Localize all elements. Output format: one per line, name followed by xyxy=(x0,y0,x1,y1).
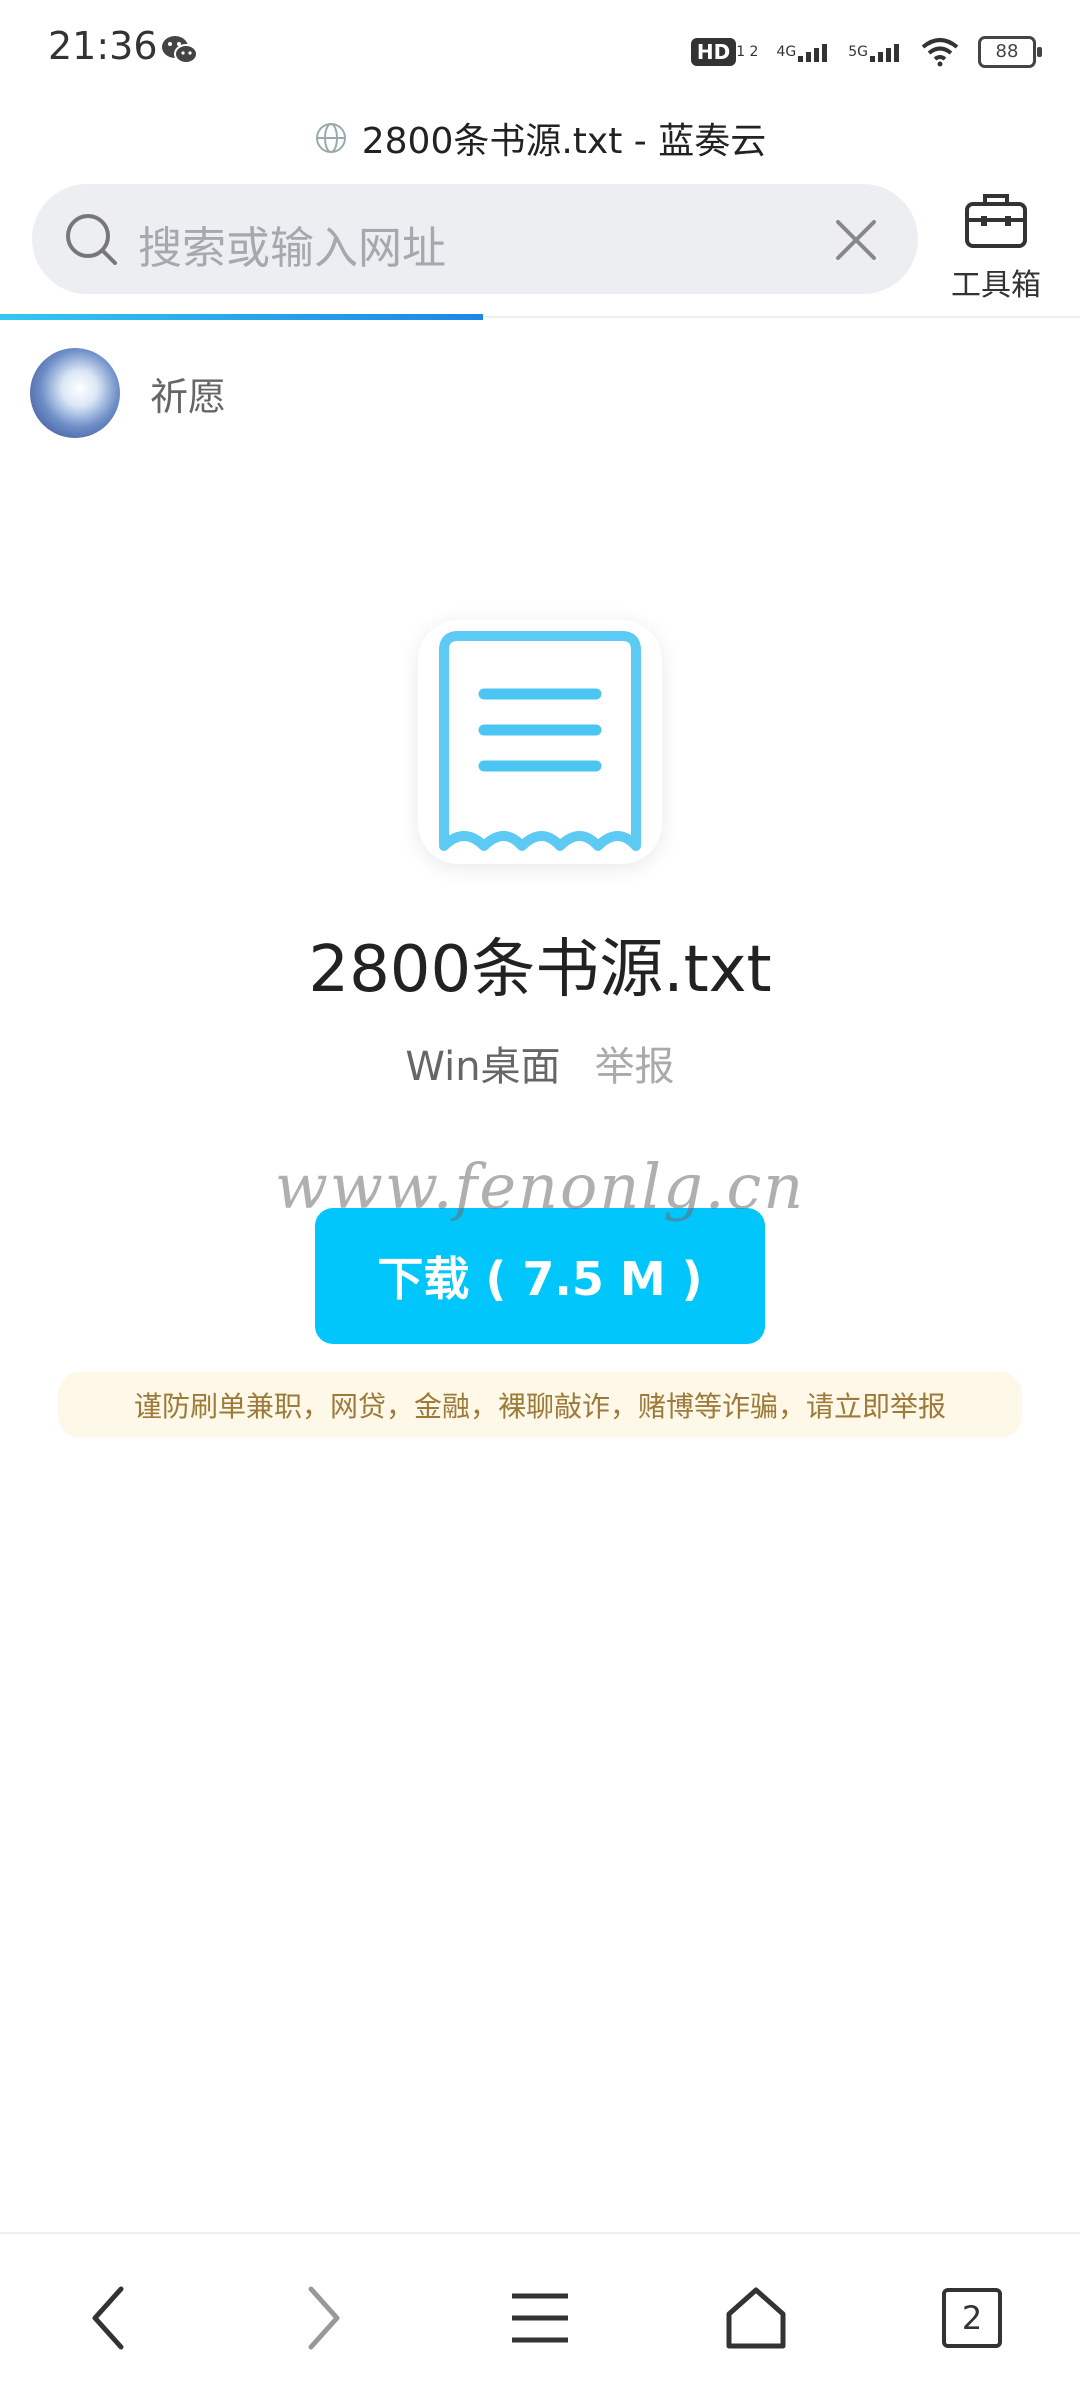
toolbox-icon xyxy=(965,194,1027,248)
page-title-row: 2800条书源.txt - 蓝奏云 xyxy=(0,108,1080,168)
toolbox-label: 工具箱 xyxy=(951,268,1041,303)
page-title: 2800条书源.txt - 蓝奏云 xyxy=(361,121,767,162)
chevron-left-icon xyxy=(92,2286,124,2350)
user-info[interactable]: 祈愿 xyxy=(30,348,226,438)
close-icon[interactable] xyxy=(834,218,878,262)
report-link[interactable]: 举报 xyxy=(595,1034,675,1092)
network-4g: 4G xyxy=(776,44,797,60)
watermark: www.fenonlg.cn xyxy=(274,1150,806,1223)
search-icon xyxy=(66,214,117,265)
back-button[interactable] xyxy=(66,2276,150,2360)
loading-progress-bar xyxy=(0,314,483,320)
network-5g: 5G xyxy=(848,44,868,60)
wechat-icon xyxy=(162,36,198,64)
hd-badge: HD 1 2 xyxy=(690,38,759,66)
download-button[interactable]: 下载 ( 7.5 M ) xyxy=(315,1208,765,1344)
search-placeholder: 搜索或输入网址 xyxy=(138,223,446,274)
menu-icon xyxy=(512,2293,568,2343)
user-name: 祈愿 xyxy=(150,374,227,419)
toolbox-button[interactable]: 工具箱 xyxy=(940,184,1052,303)
forward-button[interactable] xyxy=(282,2276,366,2360)
tab-count: 2 xyxy=(942,2288,1002,2348)
file-meta: Win桌面 举报 xyxy=(0,1034,1080,1092)
home-button[interactable] xyxy=(714,2276,798,2360)
tabs-button[interactable]: 2 xyxy=(930,2276,1014,2360)
status-bar: 21:36 HD 1 2 4G 5G 88 xyxy=(0,0,1080,100)
bottom-nav: 2 xyxy=(0,2232,1080,2402)
avatar[interactable] xyxy=(30,348,120,438)
wifi-icon xyxy=(921,38,959,67)
file-icon-card xyxy=(418,620,662,864)
status-time: 21:36 xyxy=(48,24,158,68)
signal-5g-icon: 5G xyxy=(848,40,902,64)
chevron-right-icon xyxy=(308,2286,340,2350)
battery-icon: 88 xyxy=(978,36,1042,68)
signal-4g-icon: 4G xyxy=(776,40,830,64)
hd-sub: 1 2 xyxy=(736,44,759,60)
document-icon xyxy=(439,631,641,851)
fraud-warning: 谨防刷单兼职，网贷，金融，裸聊敲诈，赌博等诈骗，请立即举报 xyxy=(58,1372,1022,1438)
menu-button[interactable] xyxy=(498,2276,582,2360)
file-platform: Win桌面 xyxy=(405,1044,561,1090)
file-name: 2800条书源.txt xyxy=(308,933,772,1007)
address-bar[interactable]: 搜索或输入网址 xyxy=(32,184,918,294)
globe-icon xyxy=(315,123,346,153)
home-icon xyxy=(726,2287,786,2349)
